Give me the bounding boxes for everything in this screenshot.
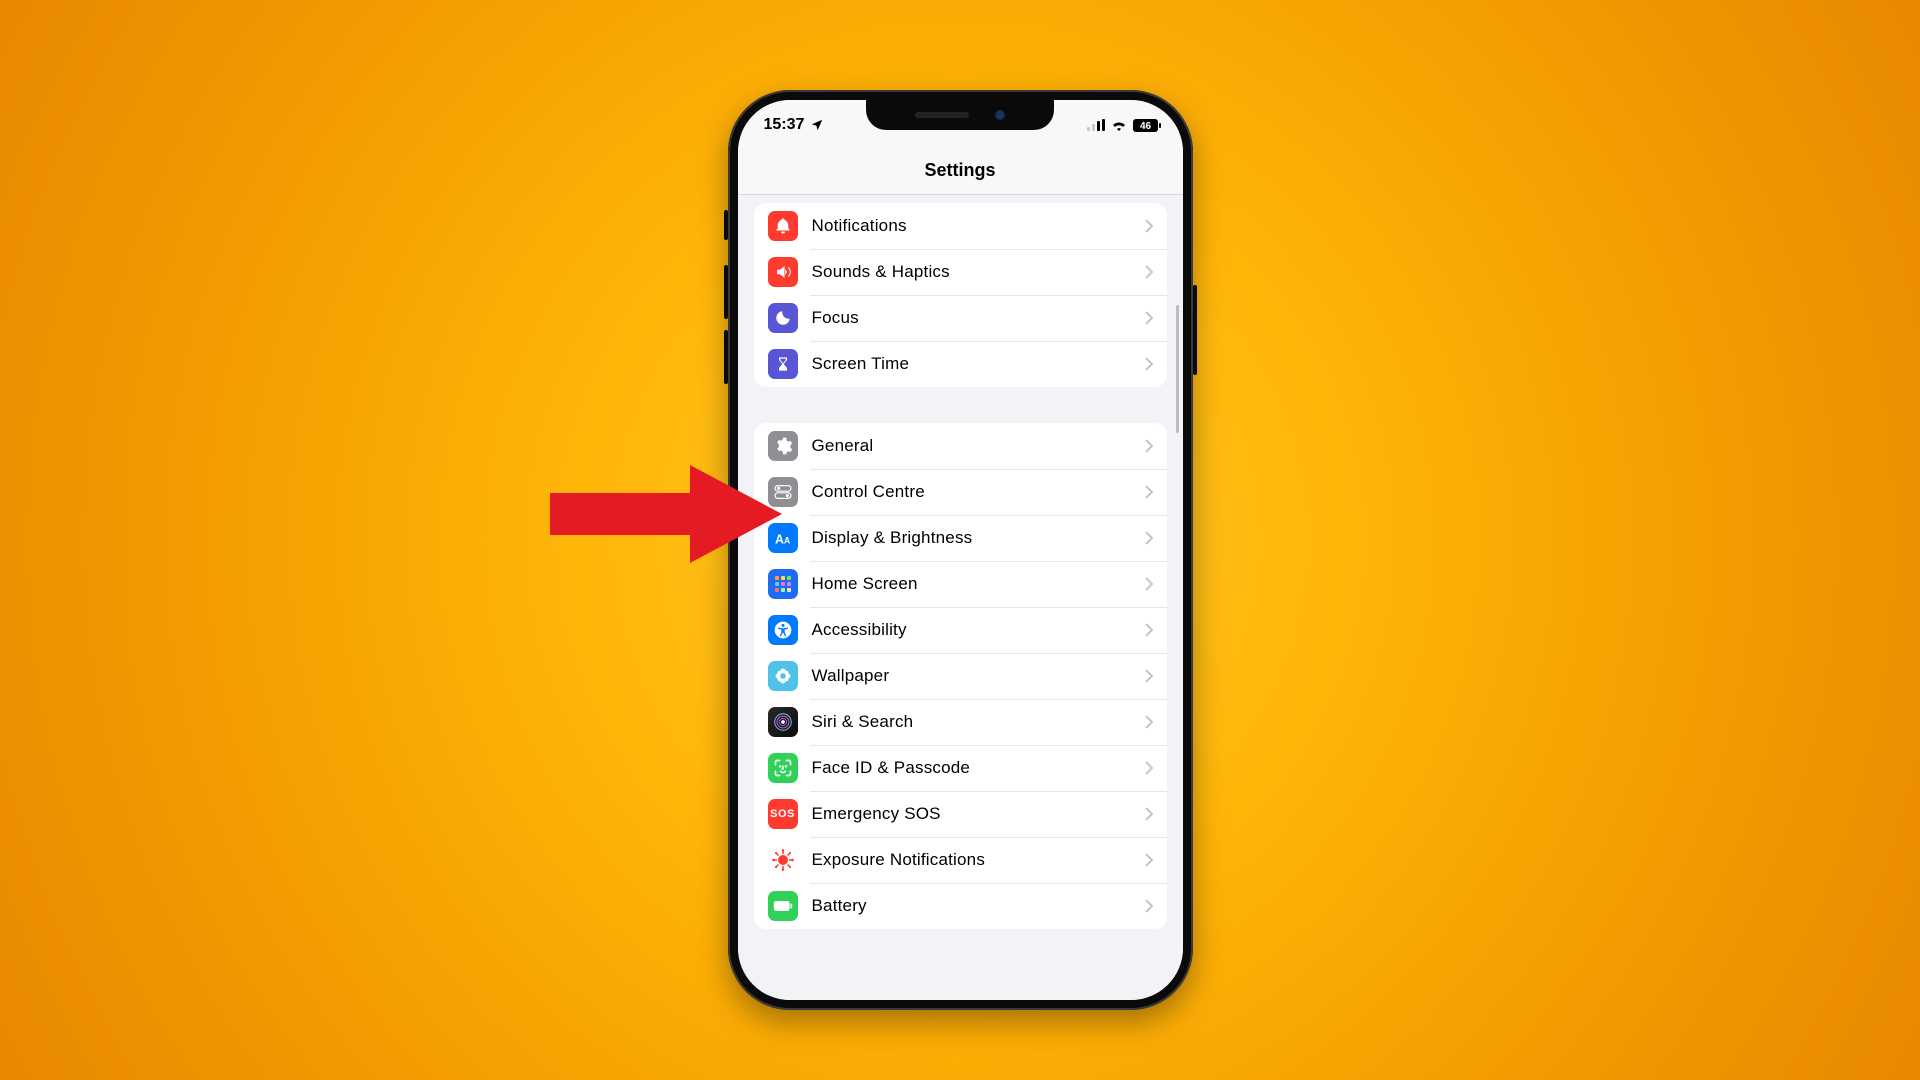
row-label: Emergency SOS <box>812 804 1145 824</box>
row-label: Display & Brightness <box>812 528 1145 548</box>
grid-icon <box>768 569 798 599</box>
moon-icon <box>768 303 798 333</box>
battery-icon: 46 <box>1133 119 1161 132</box>
row-label: Wallpaper <box>812 666 1145 686</box>
exposure-icon <box>768 845 798 875</box>
chevron-right-icon <box>1145 807 1153 821</box>
settings-group-attention: Notifications Sounds & Haptics <box>754 203 1167 387</box>
row-label: Control Centre <box>812 482 1145 502</box>
settings-content: Notifications Sounds & Haptics <box>738 195 1183 1000</box>
row-label: Face ID & Passcode <box>812 758 1145 778</box>
phone-screen: 15:37 <box>738 100 1183 1000</box>
chevron-right-icon <box>1145 853 1153 867</box>
row-siri-search[interactable]: Siri & Search <box>754 699 1167 745</box>
wifi-icon <box>1111 119 1127 131</box>
chevron-right-icon <box>1145 577 1153 591</box>
speaker-icon <box>768 257 798 287</box>
page-title: Settings <box>924 160 995 181</box>
chevron-right-icon <box>1145 899 1153 913</box>
row-wallpaper[interactable]: Wallpaper <box>754 653 1167 699</box>
accessibility-icon <box>768 615 798 645</box>
chevron-right-icon <box>1145 219 1153 233</box>
row-label: Screen Time <box>812 354 1145 374</box>
settings-group-general: General <box>754 423 1167 929</box>
chevron-right-icon <box>1145 715 1153 729</box>
volume-down-button <box>724 330 728 384</box>
row-sounds-haptics[interactable]: Sounds & Haptics <box>754 249 1167 295</box>
settings-scroll[interactable]: Notifications Sounds & Haptics <box>738 195 1183 1000</box>
faceid-icon <box>768 753 798 783</box>
row-battery[interactable]: Battery <box>754 883 1167 929</box>
flower-icon <box>768 661 798 691</box>
row-label: Battery <box>812 896 1145 916</box>
phone-frame: 15:37 <box>728 90 1193 1010</box>
battery-row-icon <box>768 891 798 921</box>
speaker-grille <box>915 112 969 118</box>
cellular-icon <box>1087 119 1105 131</box>
row-emergency-sos[interactable]: SOS Emergency SOS <box>754 791 1167 837</box>
row-control-centre[interactable]: Control Centre <box>754 469 1167 515</box>
row-label: General <box>812 436 1145 456</box>
chevron-right-icon <box>1145 623 1153 637</box>
mute-switch <box>724 210 728 240</box>
row-general[interactable]: General <box>754 423 1167 469</box>
chevron-right-icon <box>1145 669 1153 683</box>
power-button <box>1193 285 1197 375</box>
bell-icon <box>768 211 798 241</box>
row-screen-time[interactable]: Screen Time <box>754 341 1167 387</box>
chevron-right-icon <box>1145 311 1153 325</box>
chevron-right-icon <box>1145 357 1153 371</box>
row-notifications[interactable]: Notifications <box>754 203 1167 249</box>
svg-text:A: A <box>775 532 784 546</box>
svg-text:A: A <box>783 535 790 545</box>
front-camera <box>995 110 1005 120</box>
chevron-right-icon <box>1145 265 1153 279</box>
chevron-right-icon <box>1145 485 1153 499</box>
row-label: Accessibility <box>812 620 1145 640</box>
row-label: Notifications <box>812 216 1145 236</box>
letterbox: 15:37 <box>232 130 1688 950</box>
row-home-screen[interactable]: Home Screen <box>754 561 1167 607</box>
gear-icon <box>768 431 798 461</box>
nav-bar: Settings <box>738 146 1183 195</box>
row-label: Focus <box>812 308 1145 328</box>
status-time: 15:37 <box>764 116 805 134</box>
location-icon <box>810 118 824 132</box>
row-label: Exposure Notifications <box>812 850 1145 870</box>
sos-icon: SOS <box>768 799 798 829</box>
row-label: Siri & Search <box>812 712 1145 732</box>
volume-up-button <box>724 265 728 319</box>
row-display-brightness[interactable]: AA Display & Brightness <box>754 515 1167 561</box>
row-face-id-passcode[interactable]: Face ID & Passcode <box>754 745 1167 791</box>
chevron-right-icon <box>1145 761 1153 775</box>
chevron-right-icon <box>1145 531 1153 545</box>
siri-icon <box>768 707 798 737</box>
battery-percentage: 46 <box>1139 121 1151 132</box>
chevron-right-icon <box>1145 439 1153 453</box>
row-exposure-notifications[interactable]: Exposure Notifications <box>754 837 1167 883</box>
toggles-icon <box>768 477 798 507</box>
row-label: Home Screen <box>812 574 1145 594</box>
phone-notch <box>866 100 1054 130</box>
row-label: Sounds & Haptics <box>812 262 1145 282</box>
row-accessibility[interactable]: Accessibility <box>754 607 1167 653</box>
hourglass-icon <box>768 349 798 379</box>
row-focus[interactable]: Focus <box>754 295 1167 341</box>
text-size-icon: AA <box>768 523 798 553</box>
